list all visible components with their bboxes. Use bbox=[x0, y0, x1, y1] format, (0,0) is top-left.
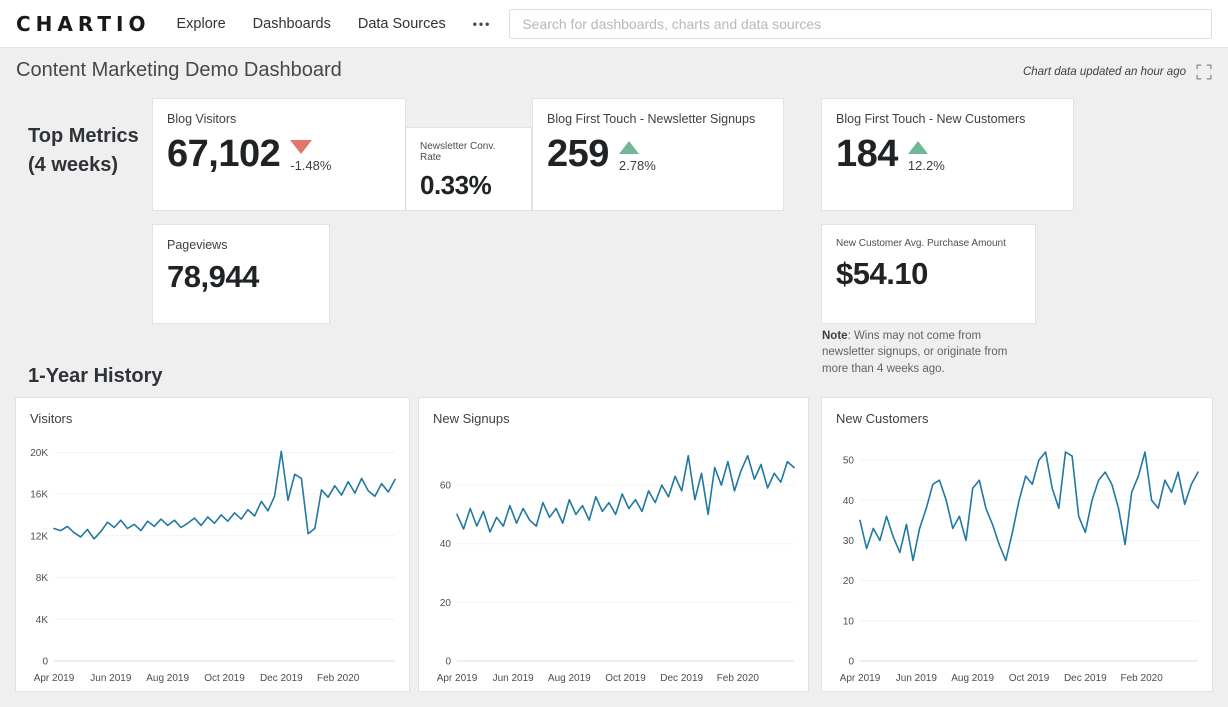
updated-status: Chart data updated an hour ago bbox=[1023, 64, 1212, 80]
metric-value: $54.10 bbox=[836, 258, 928, 289]
svg-text:40: 40 bbox=[843, 496, 855, 507]
svg-text:Feb 2020: Feb 2020 bbox=[1121, 673, 1164, 684]
metric-title: Blog Visitors bbox=[167, 112, 391, 126]
delta-text: 12.2% bbox=[908, 158, 945, 173]
fullscreen-icon[interactable] bbox=[1196, 64, 1212, 80]
trend-down-icon bbox=[290, 140, 312, 154]
svg-text:Feb 2020: Feb 2020 bbox=[717, 673, 760, 684]
svg-text:Oct 2019: Oct 2019 bbox=[204, 673, 245, 684]
note-text: : Wins may not come from newsletter sign… bbox=[822, 330, 1007, 375]
nav-item-dashboards[interactable]: Dashboards bbox=[253, 16, 331, 32]
svg-text:Aug 2019: Aug 2019 bbox=[146, 673, 189, 684]
svg-text:0: 0 bbox=[445, 657, 451, 668]
chartio-logo[interactable]: CHARTIO bbox=[16, 12, 150, 36]
metric-delta: -1.48% bbox=[290, 140, 331, 173]
svg-text:60: 60 bbox=[440, 481, 452, 492]
svg-text:Apr 2019: Apr 2019 bbox=[840, 673, 881, 684]
svg-text:Aug 2019: Aug 2019 bbox=[548, 673, 591, 684]
svg-text:Jun 2019: Jun 2019 bbox=[493, 673, 535, 684]
svg-text:4K: 4K bbox=[36, 615, 49, 626]
svg-text:Apr 2019: Apr 2019 bbox=[437, 673, 478, 684]
metric-card-newsletter-signups: Blog First Touch - Newsletter Signups 25… bbox=[533, 99, 783, 210]
svg-text:Dec 2019: Dec 2019 bbox=[660, 673, 703, 684]
trend-up-icon bbox=[619, 141, 639, 154]
top-metrics-heading-line1: Top Metrics bbox=[28, 122, 168, 151]
svg-text:Oct 2019: Oct 2019 bbox=[605, 673, 646, 684]
metrics-note: Note: Wins may not come from newsletter … bbox=[822, 328, 1027, 377]
svg-text:Dec 2019: Dec 2019 bbox=[1064, 673, 1107, 684]
svg-text:Oct 2019: Oct 2019 bbox=[1009, 673, 1050, 684]
svg-text:Apr 2019: Apr 2019 bbox=[34, 673, 75, 684]
chart-card-visitors: Visitors 0 4K 8K 12K 16K 20K Apr 2019 Jun 2019 A… bbox=[16, 398, 409, 691]
chart-card-new-customers: New Customers 0 10 20 30 40 50 Apr 2019 Jun 201… bbox=[822, 398, 1212, 691]
svg-text:20K: 20K bbox=[30, 448, 48, 459]
svg-text:20: 20 bbox=[843, 576, 855, 587]
new-signups-line-chart[interactable]: 0 20 40 60 Apr 2019 Jun 2019 Aug 2019 Oct 2019 D… bbox=[419, 432, 808, 691]
page-title: Content Marketing Demo Dashboard bbox=[16, 59, 342, 82]
chart-title: Visitors bbox=[16, 398, 409, 426]
svg-text:8K: 8K bbox=[36, 573, 49, 584]
svg-text:0: 0 bbox=[848, 657, 854, 668]
metric-value: 78,944 bbox=[167, 261, 259, 292]
delta-text: -1.48% bbox=[290, 158, 331, 173]
metric-value: 259 bbox=[547, 135, 609, 173]
metric-value: 67,102 bbox=[167, 135, 280, 173]
metric-title: New Customer Avg. Purchase Amount bbox=[836, 238, 1021, 249]
svg-text:10: 10 bbox=[843, 616, 855, 627]
metric-delta: 12.2% bbox=[908, 141, 945, 173]
nav-item-data-sources[interactable]: Data Sources bbox=[358, 16, 446, 32]
metric-value: 184 bbox=[836, 135, 898, 173]
metric-title: Blog First Touch - Newsletter Signups bbox=[547, 112, 769, 126]
top-metrics-heading: Top Metrics (4 weeks) bbox=[28, 122, 168, 180]
delta-text: 2.78% bbox=[619, 158, 656, 173]
metric-value: 0.33% bbox=[420, 172, 517, 198]
svg-text:Aug 2019: Aug 2019 bbox=[951, 673, 994, 684]
svg-text:50: 50 bbox=[843, 456, 855, 467]
search-box bbox=[509, 9, 1212, 39]
metric-card-new-customers: Blog First Touch - New Customers 184 12.… bbox=[822, 99, 1073, 210]
svg-text:0: 0 bbox=[42, 657, 48, 668]
svg-text:20: 20 bbox=[440, 598, 452, 609]
chart-title: New Signups bbox=[419, 398, 808, 426]
visitors-line-chart[interactable]: 0 4K 8K 12K 16K 20K Apr 2019 Jun 2019 Aug 2019 Oc… bbox=[16, 432, 409, 691]
navbar: CHARTIO Explore Dashboards Data Sources … bbox=[0, 0, 1228, 48]
metric-title: Newsletter Conv. Rate bbox=[420, 141, 517, 163]
note-label: Note bbox=[822, 330, 848, 342]
svg-text:Jun 2019: Jun 2019 bbox=[896, 673, 938, 684]
nav-more-icon[interactable]: ••• bbox=[473, 17, 492, 31]
updated-text: Chart data updated an hour ago bbox=[1023, 66, 1186, 78]
svg-text:Feb 2020: Feb 2020 bbox=[317, 673, 360, 684]
metric-card-blog-visitors: Blog Visitors 67,102 -1.48% bbox=[153, 99, 405, 210]
svg-text:30: 30 bbox=[843, 536, 855, 547]
metric-card-newsletter-conv-rate: Newsletter Conv. Rate 0.33% bbox=[406, 128, 531, 210]
svg-text:Dec 2019: Dec 2019 bbox=[260, 673, 303, 684]
svg-text:16K: 16K bbox=[30, 490, 48, 501]
top-metrics-heading-line2: (4 weeks) bbox=[28, 151, 168, 180]
chart-card-new-signups: New Signups 0 20 40 60 Apr 2019 Jun 2019 Aug 2… bbox=[419, 398, 808, 691]
nav-item-explore[interactable]: Explore bbox=[176, 16, 225, 32]
trend-up-icon bbox=[908, 141, 928, 154]
metric-card-avg-purchase-amount: New Customer Avg. Purchase Amount $54.10 bbox=[822, 225, 1035, 323]
svg-text:40: 40 bbox=[440, 539, 452, 550]
metric-delta: 2.78% bbox=[619, 141, 656, 173]
metric-title: Pageviews bbox=[167, 238, 315, 252]
history-heading: 1-Year History bbox=[28, 362, 163, 391]
new-customers-line-chart[interactable]: 0 10 20 30 40 50 Apr 2019 Jun 2019 Aug 2019 Oct 2… bbox=[822, 432, 1212, 691]
search-input[interactable] bbox=[509, 9, 1212, 39]
svg-text:12K: 12K bbox=[30, 531, 48, 542]
chartio-app: CHARTIO Explore Dashboards Data Sources … bbox=[0, 0, 1228, 707]
chart-title: New Customers bbox=[822, 398, 1212, 426]
svg-text:Jun 2019: Jun 2019 bbox=[90, 673, 132, 684]
metric-card-pageviews: Pageviews 78,944 bbox=[153, 225, 329, 323]
metric-title: Blog First Touch - New Customers bbox=[836, 112, 1059, 126]
